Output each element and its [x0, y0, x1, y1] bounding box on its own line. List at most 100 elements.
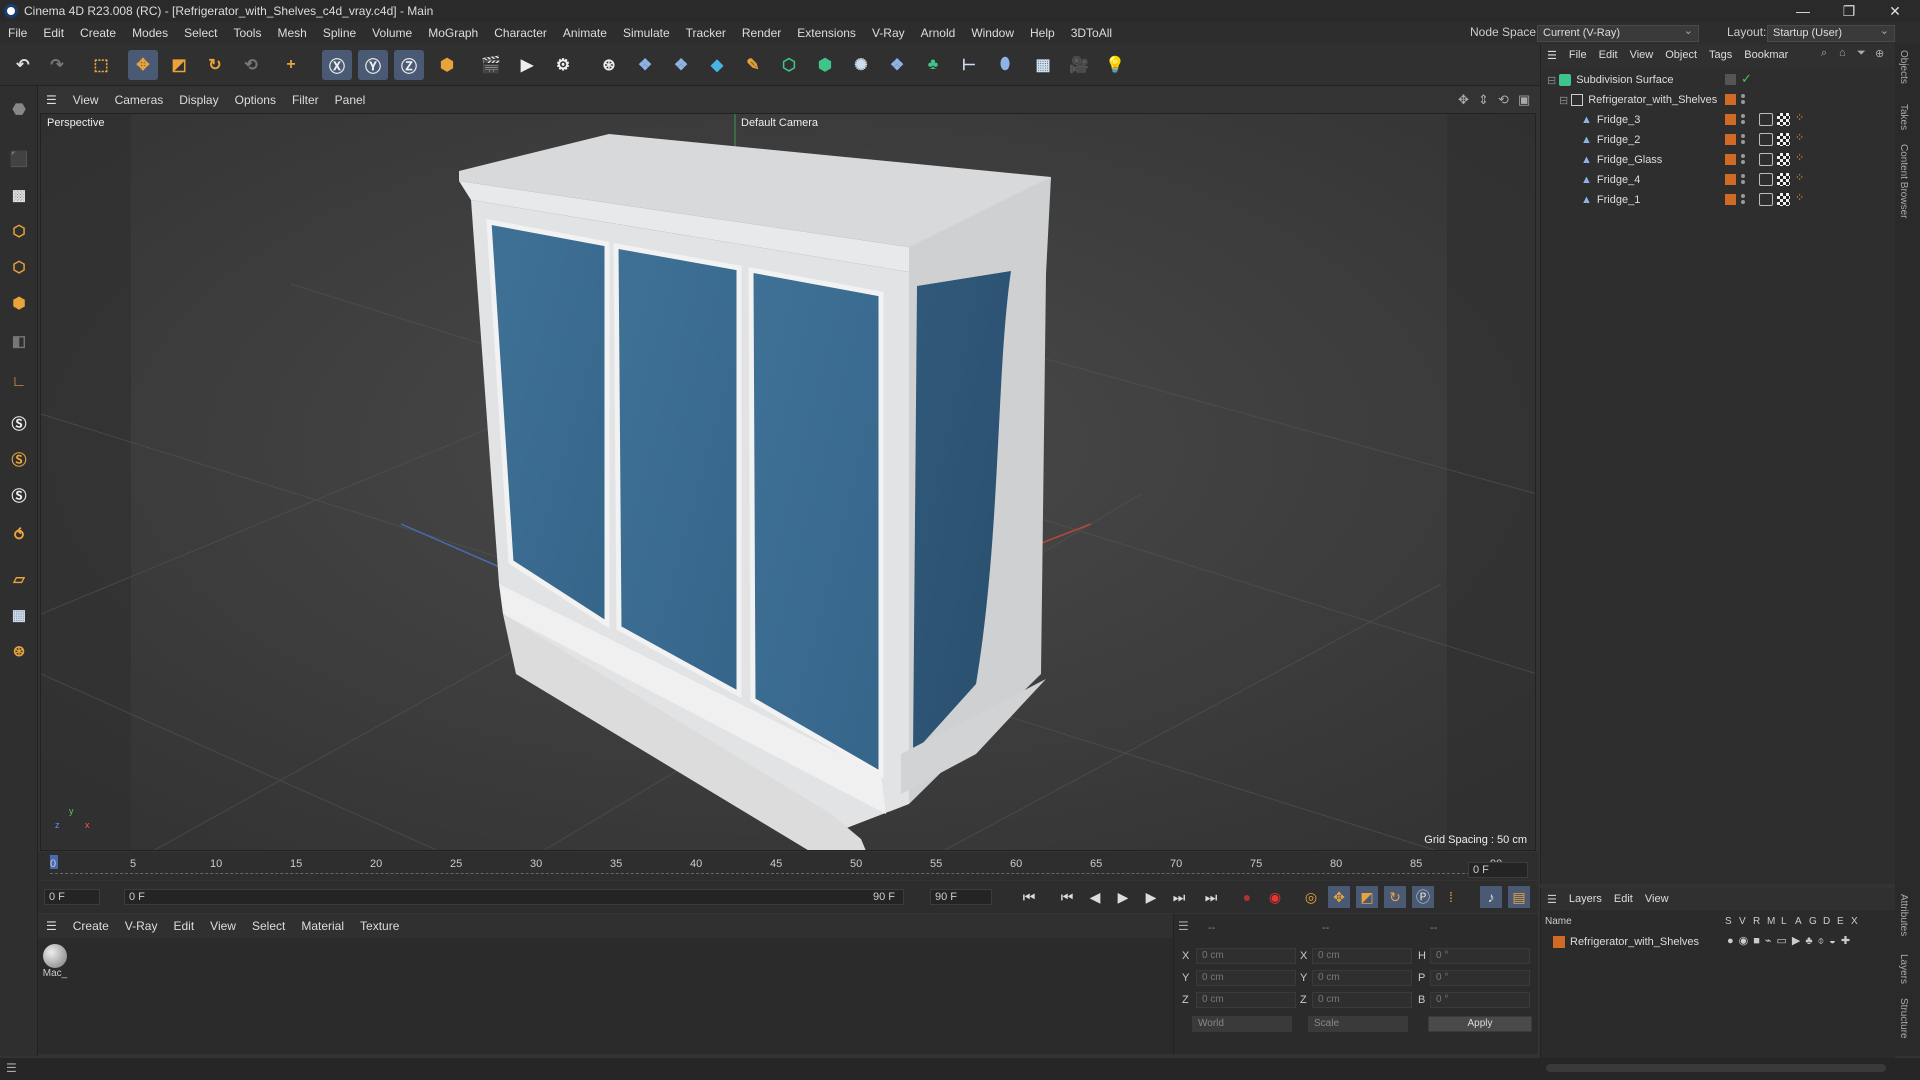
keyframe-selection-icon[interactable]: ◎ — [1300, 886, 1322, 908]
pos-y-field[interactable]: 0 cm — [1196, 970, 1296, 986]
layer-col-header[interactable]: A — [1795, 916, 1802, 927]
coord-mode-select[interactable]: Scale — [1308, 1016, 1408, 1032]
grid-plane-icon[interactable]: ▦ — [4, 600, 34, 630]
next-key-icon[interactable]: ⏭ — [1168, 886, 1190, 908]
coordinate-system-icon[interactable]: ⬢ — [432, 50, 462, 80]
3d-viewport[interactable]: Perspective Default Camera Grid Spacing … — [40, 113, 1536, 851]
object-row[interactable]: ⊟ Subdivision Surface ✓ — [1541, 70, 1896, 90]
python-icon-1[interactable]: ❖ — [630, 50, 660, 80]
material-menu-vray[interactable]: V-Ray — [117, 919, 166, 933]
current-frame-field[interactable]: 0 F — [1468, 862, 1528, 878]
axis-mode-icon[interactable]: ∟ — [4, 366, 34, 396]
obj-filter-icon[interactable]: ⏷ — [1857, 47, 1866, 60]
vray-tag-icon[interactable] — [1759, 173, 1773, 186]
make-editable-icon[interactable]: ⬣ — [4, 94, 34, 124]
selection-tag-icon[interactable]: ⁘ — [1795, 111, 1804, 124]
viewport-rotate-icon[interactable]: ⟲ — [1498, 92, 1509, 108]
material-menu-create[interactable]: Create — [65, 919, 117, 933]
tab-takes[interactable]: Takes — [1898, 104, 1909, 130]
recent-tool-icon[interactable]: ⟲ — [236, 50, 266, 80]
transform-icon[interactable]: + — [276, 50, 306, 80]
object-row[interactable]: ⊟ Refrigerator_with_Shelves — [1541, 90, 1896, 110]
key-position-icon[interactable]: ✥ — [1328, 886, 1350, 908]
viewport-menu-options[interactable]: Options — [227, 93, 284, 107]
pos-x-field[interactable]: 0 cm — [1196, 948, 1296, 964]
render-settings-icon[interactable]: ⚙ — [548, 50, 578, 80]
menu-file[interactable]: File — [0, 26, 35, 40]
subdivision-icon[interactable]: ⬡ — [774, 50, 804, 80]
viewport-move-icon[interactable]: ✥ — [1458, 92, 1469, 108]
live-selection-icon[interactable]: ⬚ — [86, 50, 116, 80]
layer-color-swatch[interactable] — [1725, 114, 1736, 125]
object-row[interactable]: ▲ Fridge_2 ⁘ — [1541, 130, 1896, 150]
size-x-field[interactable]: 0 cm — [1312, 948, 1412, 964]
visibility-dots[interactable] — [1741, 132, 1745, 144]
viewport-maximize-icon[interactable]: ▣ — [1518, 92, 1530, 108]
menu-edit[interactable]: Edit — [35, 26, 72, 40]
previous-frame-icon[interactable]: ◀ — [1084, 886, 1106, 908]
polygons-mode-icon[interactable]: ⬢ — [4, 288, 34, 318]
obj-menu-object[interactable]: Object — [1659, 49, 1703, 61]
obj-menu-bookmarks[interactable]: Bookmar — [1738, 49, 1794, 61]
object-row[interactable]: ▲ Fridge_Glass ⁘ — [1541, 150, 1896, 170]
range-slider[interactable]: 0 F 90 F — [124, 889, 904, 905]
render-view-icon[interactable]: ▶ — [512, 50, 542, 80]
deformer-icon[interactable]: ⬮ — [990, 50, 1020, 80]
light-icon[interactable]: 💡 — [1100, 50, 1130, 80]
layer-menu-view[interactable]: View — [1639, 893, 1675, 905]
layer-menu-edit[interactable]: Edit — [1608, 893, 1639, 905]
visibility-dots[interactable] — [1741, 192, 1745, 204]
layer-color-swatch[interactable] — [1725, 74, 1736, 85]
obj-home-icon[interactable]: ⌂ — [1839, 47, 1846, 59]
move-icon[interactable]: ✥ — [128, 50, 158, 80]
size-z-field[interactable]: 0 cm — [1312, 992, 1412, 1008]
material-menu-material[interactable]: Material — [293, 919, 352, 933]
redo-icon[interactable]: ↷ — [42, 50, 72, 80]
z-axis-icon[interactable]: Ⓩ — [394, 50, 424, 80]
selection-tag-icon[interactable]: ⁘ — [1795, 151, 1804, 164]
mograph-icon[interactable]: ✺ — [846, 50, 876, 80]
layer-col-header[interactable]: E — [1837, 916, 1844, 927]
obj-menu-edit[interactable]: Edit — [1593, 49, 1624, 61]
python-icon-3[interactable]: ❖ — [882, 50, 912, 80]
floor-icon[interactable]: ▦ — [1028, 50, 1058, 80]
viewport-zoom-icon[interactable]: ⇕ — [1478, 92, 1489, 108]
rotate-icon[interactable]: ↻ — [200, 50, 230, 80]
tab-content-browser[interactable]: Content Browser — [1898, 144, 1909, 218]
selection-tag-icon[interactable]: ⁘ — [1795, 171, 1804, 184]
coord-system-select[interactable]: World — [1192, 1016, 1292, 1032]
cloner-icon[interactable]: ♣ — [918, 50, 948, 80]
close-button[interactable]: ✕ — [1872, 0, 1918, 22]
material-tag-icon[interactable] — [1777, 133, 1790, 146]
material-tag-icon[interactable] — [1777, 113, 1790, 126]
rot-p-field[interactable]: 0 ° — [1430, 970, 1530, 986]
object-row[interactable]: ▲ Fridge_1 ⁘ — [1541, 190, 1896, 210]
visibility-dots[interactable] — [1741, 152, 1745, 164]
timeline-ruler[interactable]: 051015202530354045505560657075808590 0 F — [38, 852, 1538, 880]
material-tag-icon[interactable] — [1777, 173, 1790, 186]
object-row[interactable]: ▲ Fridge_3 ⁘ — [1541, 110, 1896, 130]
layer-col-header[interactable]: R — [1753, 916, 1760, 927]
minimize-button[interactable]: — — [1780, 0, 1826, 22]
menu-volume[interactable]: Volume — [364, 26, 420, 40]
key-rotation-icon[interactable]: ↻ — [1384, 886, 1406, 908]
autokey-icon[interactable]: ◉ — [1264, 886, 1286, 908]
layout-select[interactable]: Startup (User) — [1767, 24, 1895, 42]
viewport-hamburger-icon[interactable]: ☰ — [38, 93, 65, 107]
dimension-icon[interactable]: ⊢ — [954, 50, 984, 80]
go-to-end-icon[interactable]: ⏭ — [1200, 886, 1222, 908]
vray-tag-icon[interactable] — [1759, 133, 1773, 146]
viewport-menu-view[interactable]: View — [65, 93, 107, 107]
enabled-check-icon[interactable]: ✓ — [1741, 71, 1752, 87]
layer-color-swatch[interactable] — [1725, 194, 1736, 205]
material-menu-texture[interactable]: Texture — [352, 919, 407, 933]
scale-icon[interactable]: ◩ — [164, 50, 194, 80]
snap-vertex-icon[interactable]: Ⓢ — [4, 480, 34, 510]
layer-row[interactable]: Refrigerator_with_Shelves ●◉■⌁▭▶♣⌽◒✚ — [1541, 932, 1896, 952]
viewport-menu-panel[interactable]: Panel — [327, 93, 374, 107]
vray-icon[interactable]: ⊛ — [594, 50, 624, 80]
material-menu-edit[interactable]: Edit — [165, 919, 202, 933]
layer-col-header[interactable]: L — [1781, 916, 1787, 927]
locked-workplane-icon[interactable]: ⊛ — [4, 636, 34, 666]
key-param-icon[interactable]: Ⓟ — [1412, 886, 1434, 908]
